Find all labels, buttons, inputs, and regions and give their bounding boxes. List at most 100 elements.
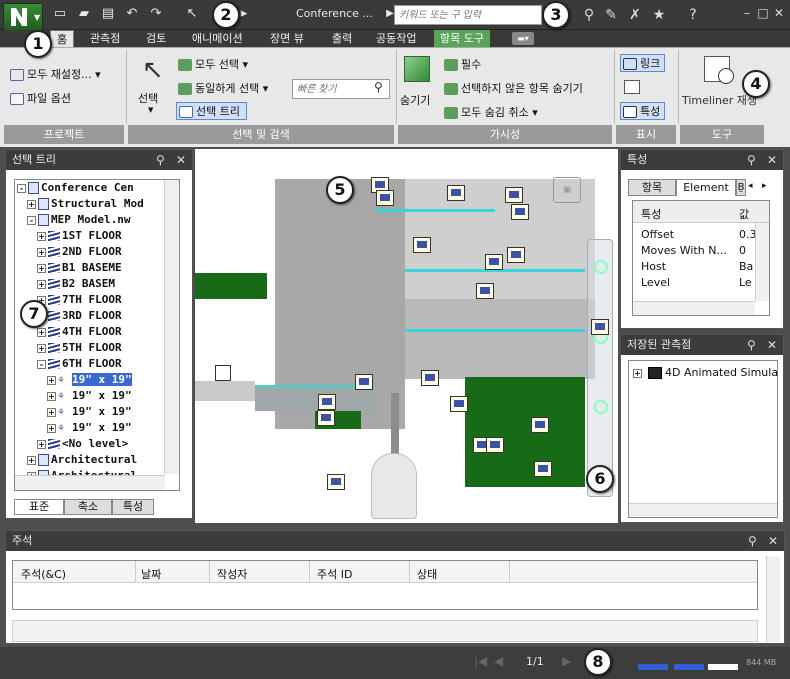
pin-icon[interactable]: ⚲ bbox=[748, 531, 757, 551]
expand-icon[interactable]: + bbox=[47, 423, 56, 433]
steering-wheel-icon[interactable] bbox=[594, 260, 608, 274]
close-panel-icon[interactable]: ✕ bbox=[768, 531, 778, 551]
redo-icon[interactable]: ↷ bbox=[148, 7, 164, 21]
print-icon[interactable]: ▤ bbox=[100, 7, 116, 21]
tab-home[interactable]: 홈 bbox=[50, 30, 75, 47]
tree-tab-properties[interactable]: 특성 bbox=[112, 499, 154, 515]
tab-scroll-right-icon[interactable]: ▸ bbox=[762, 181, 767, 191]
tree-item[interactable]: + ⚘ 19" x 19" bbox=[15, 372, 179, 388]
sensor-marker-icon[interactable] bbox=[505, 187, 523, 203]
first-page-icon[interactable]: |◀ bbox=[474, 654, 487, 668]
expand-icon[interactable]: + bbox=[37, 327, 46, 337]
binoculars-icon[interactable]: ⚲ bbox=[580, 6, 598, 24]
col-comment[interactable]: 주석(&C) bbox=[21, 566, 66, 582]
sensor-marker-icon[interactable] bbox=[318, 394, 336, 410]
pin-icon[interactable]: ⚲ bbox=[747, 335, 756, 355]
sensor-marker-icon[interactable] bbox=[511, 204, 529, 220]
zoom-icon[interactable] bbox=[594, 400, 608, 414]
unhide-all-button[interactable]: 모두 숨김 취소 ▾ bbox=[444, 104, 538, 122]
property-row[interactable]: Host Ba bbox=[633, 259, 755, 275]
collapse-icon[interactable]: - bbox=[27, 215, 36, 225]
help-icon[interactable]: ? bbox=[684, 6, 702, 24]
sensor-marker-icon[interactable] bbox=[327, 474, 345, 490]
ribbon-minimize-icon[interactable]: ▬▾ bbox=[512, 32, 534, 45]
sensor-marker-icon[interactable] bbox=[507, 247, 525, 263]
keyword-search-input[interactable] bbox=[394, 5, 542, 25]
property-row[interactable]: Moves With N... 0 bbox=[633, 243, 755, 259]
find-magnifier-icon[interactable]: ⚲ bbox=[374, 80, 383, 94]
maximize-button[interactable]: □ bbox=[756, 6, 770, 20]
sensor-marker-icon[interactable] bbox=[421, 370, 439, 386]
tree-item[interactable]: - 6TH FLOOR bbox=[15, 356, 179, 372]
tree-item[interactable]: +5TH FLOOR bbox=[15, 340, 179, 356]
subscription-icon[interactable]: ✗ bbox=[626, 6, 644, 24]
tree-item[interactable]: + Structural Mod bbox=[15, 196, 179, 212]
expand-icon[interactable]: + bbox=[47, 375, 56, 385]
favorites-star-icon[interactable]: ★ bbox=[650, 6, 668, 24]
comments-vertical-scrollbar[interactable] bbox=[766, 556, 780, 642]
tree-tab-compact[interactable]: 축소 bbox=[64, 499, 112, 515]
expand-icon[interactable]: + bbox=[37, 263, 46, 273]
select-same-button[interactable]: 동일하게 선택 ▾ bbox=[178, 80, 268, 98]
properties-tab-item[interactable]: 항목 bbox=[628, 179, 676, 196]
file-options-button[interactable]: 파일 옵션 bbox=[10, 90, 71, 108]
prev-page-icon[interactable]: ◀ bbox=[494, 654, 503, 668]
require-button[interactable]: 필수 bbox=[444, 56, 481, 74]
sensor-marker-icon[interactable] bbox=[447, 185, 465, 201]
sensor-marker-icon[interactable] bbox=[376, 190, 394, 206]
expand-icon[interactable]: + bbox=[37, 279, 46, 289]
sensor-marker-icon[interactable] bbox=[413, 237, 431, 253]
properties-tab-element[interactable]: Element bbox=[676, 179, 736, 196]
navigation-bar[interactable] bbox=[587, 239, 613, 497]
selection-tree[interactable]: - Conference Cen + Structural Mod - MEP Model… bbox=[14, 179, 180, 491]
properties-vertical-scrollbar[interactable] bbox=[755, 223, 769, 301]
sensor-marker-icon[interactable] bbox=[450, 396, 468, 412]
pin-icon[interactable]: ⚲ bbox=[747, 150, 756, 170]
select-all-button[interactable]: 모두 선택 ▾ bbox=[178, 56, 248, 74]
expand-icon[interactable]: + bbox=[37, 231, 46, 241]
tree-horizontal-scrollbar[interactable] bbox=[15, 475, 165, 490]
properties-horizontal-scrollbar[interactable] bbox=[633, 301, 755, 315]
sensor-marker-icon[interactable] bbox=[317, 410, 335, 426]
view-cube-icon[interactable]: ▣ bbox=[553, 177, 581, 203]
saved-viewpoints-list[interactable]: + 4D Animated Simula bbox=[628, 360, 778, 518]
sensor-marker-icon[interactable] bbox=[534, 461, 552, 477]
comment-icon[interactable] bbox=[624, 80, 640, 94]
col-date[interactable]: 날짜 bbox=[141, 566, 161, 582]
tab-scroll-left-icon[interactable]: ◂ bbox=[748, 181, 753, 191]
undo-icon[interactable]: ↶ bbox=[124, 7, 140, 21]
selection-tree-button[interactable]: 선택 트리 bbox=[176, 102, 247, 120]
tab-item-tools[interactable]: 항목 도구 bbox=[434, 30, 490, 47]
expand-icon[interactable]: + bbox=[37, 343, 46, 353]
tab-review[interactable]: 검토 bbox=[140, 30, 172, 47]
property-row[interactable]: Offset 0.3 bbox=[633, 227, 755, 243]
expand-icon[interactable]: + bbox=[27, 199, 36, 209]
comments-table[interactable]: 주석(&C) 날짜 작성자 주석 ID 상태 bbox=[12, 560, 758, 610]
tree-item[interactable]: + ⚘ 19" x 19" bbox=[15, 420, 179, 436]
sensor-marker-icon[interactable] bbox=[485, 254, 503, 270]
tree-vertical-scrollbar[interactable] bbox=[164, 180, 179, 474]
scene-viewport[interactable]: ▣ bbox=[195, 149, 618, 523]
new-file-icon[interactable]: ▭ bbox=[52, 7, 68, 21]
tree-item[interactable]: +2ND FLOOR bbox=[15, 244, 179, 260]
property-row[interactable]: Level Le bbox=[633, 275, 755, 291]
tree-item[interactable]: + Architectural bbox=[15, 452, 179, 468]
tree-item[interactable]: + B2 BASEM bbox=[15, 276, 179, 292]
close-panel-icon[interactable]: ✕ bbox=[767, 150, 777, 170]
expand-icon[interactable]: + bbox=[633, 368, 642, 378]
select-cursor-icon[interactable]: ↖ bbox=[184, 7, 200, 21]
properties-toggle[interactable]: 특성 bbox=[620, 102, 666, 120]
expand-icon[interactable]: + bbox=[47, 391, 56, 401]
close-panel-icon[interactable]: ✕ bbox=[767, 335, 777, 355]
tab-collaborate[interactable]: 공동작업 bbox=[370, 30, 422, 47]
col-author[interactable]: 작성자 bbox=[217, 566, 247, 582]
tree-item[interactable]: +1ST FLOOR bbox=[15, 228, 179, 244]
minimize-button[interactable]: – bbox=[740, 6, 754, 20]
viewpoint-item[interactable]: + 4D Animated Simula bbox=[633, 365, 778, 381]
close-window-button[interactable]: ✕ bbox=[772, 6, 786, 20]
tree-item[interactable]: + ⚘ 19" x 19" bbox=[15, 404, 179, 420]
tree-item[interactable]: + B1 BASEME bbox=[15, 260, 179, 276]
expand-icon[interactable]: + bbox=[47, 407, 56, 417]
tree-item[interactable]: + <No level> bbox=[15, 436, 179, 452]
tab-viewpoint[interactable]: 관측점 bbox=[84, 30, 126, 47]
